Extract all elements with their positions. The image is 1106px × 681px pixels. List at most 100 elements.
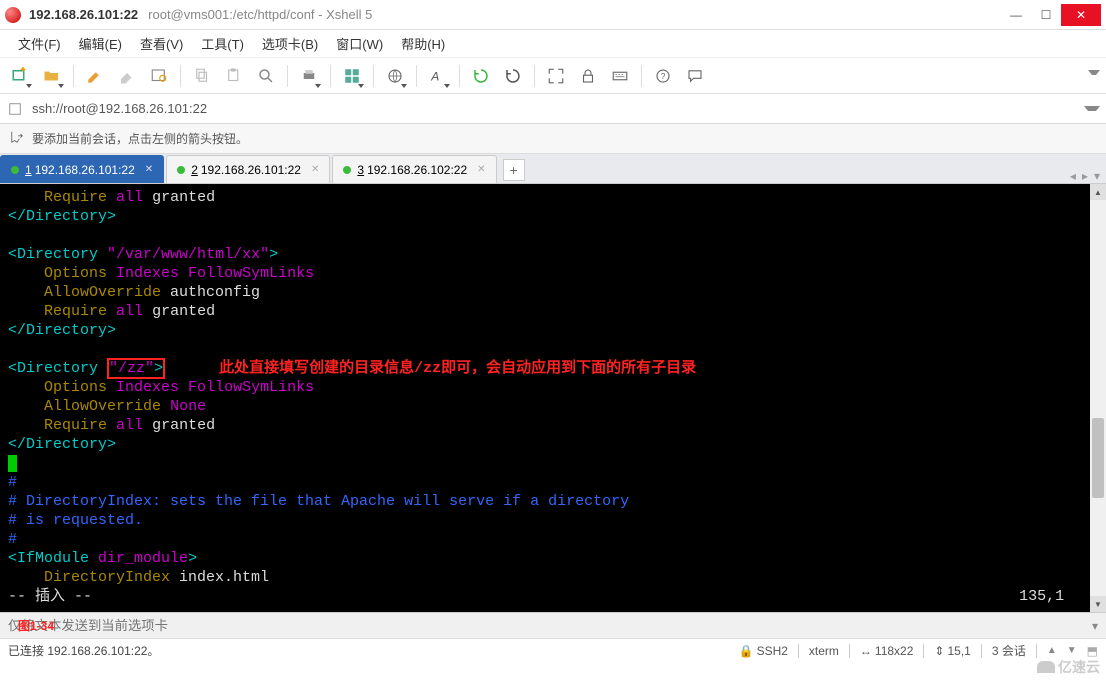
ruler-icon: ⇕ bbox=[934, 644, 944, 658]
edit-pencil-icon[interactable] bbox=[81, 62, 109, 90]
lock-small-icon: 🔒 bbox=[739, 644, 754, 658]
tab-next-icon[interactable]: ▸ bbox=[1082, 169, 1088, 183]
app-icon bbox=[5, 7, 21, 23]
tab-label: 192.168.26.102:22 bbox=[367, 163, 467, 177]
infobar-text: 要添加当前会话，点击左侧的箭头按钮。 bbox=[32, 130, 248, 147]
scroll-up-icon[interactable]: ▲ bbox=[1090, 184, 1106, 200]
address-input[interactable] bbox=[30, 99, 1084, 118]
terminal[interactable]: Require all granted </Directory> <Direct… bbox=[0, 184, 1090, 612]
scroll-track[interactable] bbox=[1090, 200, 1106, 596]
command-bar: 图1-34 ▾ bbox=[0, 612, 1106, 638]
address-dropdown-icon[interactable] bbox=[1084, 106, 1100, 111]
tab-add-button[interactable]: + bbox=[503, 159, 525, 181]
menu-file[interactable]: 文件(F) bbox=[10, 30, 69, 57]
cloud-icon bbox=[1037, 661, 1055, 673]
keyboard-icon[interactable] bbox=[606, 62, 634, 90]
status-termtype: xterm bbox=[809, 644, 839, 658]
toolbar: A ? bbox=[0, 58, 1106, 94]
separator bbox=[330, 65, 331, 87]
tab-close-icon[interactable]: ✕ bbox=[477, 164, 485, 175]
menu-tabs[interactable]: 选项卡(B) bbox=[254, 30, 326, 57]
tab-prev-icon[interactable]: ◂ bbox=[1070, 169, 1076, 183]
window-title-main: 192.168.26.101:22 bbox=[29, 7, 138, 22]
tab-number: 3 bbox=[357, 163, 364, 177]
menu-window[interactable]: 窗口(W) bbox=[328, 30, 391, 57]
resize-icon: ↔ bbox=[860, 644, 872, 658]
lock-icon[interactable] bbox=[574, 62, 602, 90]
paste-icon[interactable] bbox=[220, 62, 248, 90]
separator bbox=[416, 65, 417, 87]
separator bbox=[180, 65, 181, 87]
globe-icon[interactable] bbox=[381, 62, 409, 90]
menu-view[interactable]: 查看(V) bbox=[132, 30, 191, 57]
fullscreen-icon[interactable] bbox=[542, 62, 570, 90]
address-launcher-icon[interactable] bbox=[6, 100, 24, 118]
terminal-area: Require all granted </Directory> <Direct… bbox=[0, 184, 1106, 612]
font-icon[interactable]: A bbox=[424, 62, 452, 90]
tab-list-icon[interactable]: ▾ bbox=[1094, 169, 1100, 183]
new-session-icon[interactable] bbox=[6, 62, 34, 90]
window-controls: — ☐ ✕ bbox=[1001, 4, 1101, 26]
minimize-button[interactable]: — bbox=[1001, 4, 1031, 26]
menu-edit[interactable]: 编辑(E) bbox=[71, 30, 130, 57]
scroll-down-icon[interactable]: ▼ bbox=[1090, 596, 1106, 612]
refresh-dark-icon[interactable] bbox=[499, 62, 527, 90]
tab-number: 1 bbox=[25, 163, 32, 177]
tab-label: 192.168.26.101:22 bbox=[35, 163, 135, 177]
menubar: 文件(F) 编辑(E) 查看(V) 工具(T) 选项卡(B) 窗口(W) 帮助(… bbox=[0, 30, 1106, 58]
window-title-path: root@vms001:/etc/httpd/conf - Xshell 5 bbox=[148, 7, 372, 22]
separator bbox=[641, 65, 642, 87]
status-down-icon[interactable]: ▼ bbox=[1067, 645, 1077, 656]
separator bbox=[373, 65, 374, 87]
bookmark-arrow-icon[interactable] bbox=[10, 130, 24, 147]
open-folder-icon[interactable] bbox=[38, 62, 66, 90]
chat-icon[interactable] bbox=[681, 62, 709, 90]
tab-number: 2 bbox=[191, 163, 198, 177]
tab-1[interactable]: 1 192.168.26.101:22 ✕ bbox=[0, 155, 164, 183]
status-up-icon[interactable]: ▲ bbox=[1047, 645, 1057, 656]
print-icon[interactable] bbox=[295, 62, 323, 90]
status-dot-icon bbox=[11, 166, 19, 174]
eraser-icon[interactable] bbox=[113, 62, 141, 90]
terminal-scrollbar[interactable]: ▲ ▼ bbox=[1090, 184, 1106, 612]
status-dot-icon bbox=[177, 166, 185, 174]
separator bbox=[287, 65, 288, 87]
search-icon[interactable] bbox=[252, 62, 280, 90]
infobar: 要添加当前会话，点击左侧的箭头按钮。 bbox=[0, 124, 1106, 154]
command-target-dropdown-icon[interactable]: ▾ bbox=[1092, 619, 1098, 633]
toolbar-overflow-icon[interactable] bbox=[1088, 70, 1100, 82]
titlebar: 192.168.26.101:22 root@vms001:/etc/httpd… bbox=[0, 0, 1106, 30]
menu-tools[interactable]: 工具(T) bbox=[193, 30, 252, 57]
status-dot-icon bbox=[343, 166, 351, 174]
refresh-green-icon[interactable] bbox=[467, 62, 495, 90]
status-connected: 已连接 192.168.26.101:22。 bbox=[8, 642, 729, 659]
status-size: ↔118x22 bbox=[860, 644, 913, 658]
status-cursor: ⇕15,1 bbox=[934, 644, 970, 658]
tab-3[interactable]: 3 192.168.26.102:22 ✕ bbox=[332, 155, 496, 183]
svg-text:?: ? bbox=[661, 72, 666, 81]
vim-position: 135,1 bbox=[1019, 588, 1064, 605]
tab-2[interactable]: 2 192.168.26.101:22 ✕ bbox=[166, 155, 330, 183]
separator bbox=[459, 65, 460, 87]
terminal-cursor bbox=[8, 455, 17, 472]
layout-icon[interactable] bbox=[338, 62, 366, 90]
maximize-button[interactable]: ☐ bbox=[1031, 4, 1061, 26]
help-icon[interactable]: ? bbox=[649, 62, 677, 90]
close-button[interactable]: ✕ bbox=[1061, 4, 1101, 26]
command-input[interactable] bbox=[8, 618, 1092, 633]
scroll-thumb[interactable] bbox=[1092, 418, 1104, 498]
tab-close-icon[interactable]: ✕ bbox=[311, 164, 319, 175]
copy-icon[interactable] bbox=[188, 62, 216, 90]
statusbar: 已连接 192.168.26.101:22。 🔒SSH2 xterm ↔118x… bbox=[0, 638, 1106, 662]
status-cap-icon: ⬒ bbox=[1087, 644, 1098, 658]
tab-nav: ◂ ▸ ▾ bbox=[1064, 169, 1106, 183]
tab-close-icon[interactable]: ✕ bbox=[145, 164, 153, 175]
status-sessions: 3 会话 bbox=[992, 642, 1026, 659]
tabstrip: 1 192.168.26.101:22 ✕ 2 192.168.26.101:2… bbox=[0, 154, 1106, 184]
figure-label: 图1-34 bbox=[18, 617, 54, 634]
annotation-text: 此处直接填写创建的目录信息/zz即可，会自动应用到下面的所有子目录 bbox=[165, 360, 696, 377]
separator bbox=[534, 65, 535, 87]
menu-help[interactable]: 帮助(H) bbox=[393, 30, 453, 57]
properties-icon[interactable] bbox=[145, 62, 173, 90]
svg-text:A: A bbox=[430, 69, 439, 83]
